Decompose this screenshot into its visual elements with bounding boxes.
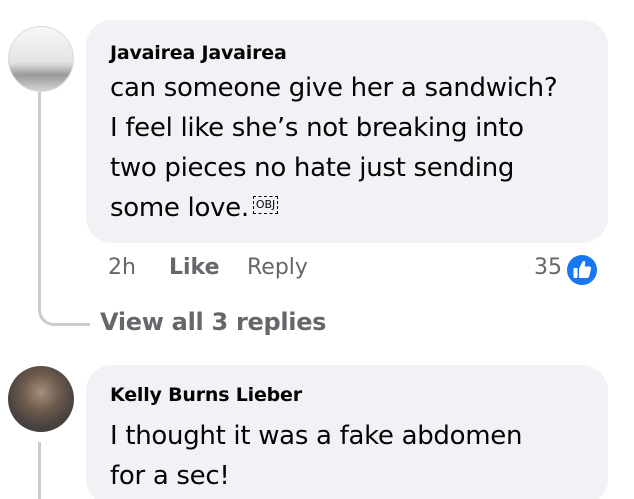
like-button[interactable]: Like (169, 255, 220, 280)
comment-text-line: two pieces no hate just sending (110, 153, 515, 183)
thread-connector-elbow (38, 296, 90, 326)
thread-connector-line (38, 84, 41, 312)
comment-text: I thought it was a fake abdomen for a se… (110, 416, 522, 496)
comment-author[interactable]: Javairea Javairea (110, 42, 287, 64)
comment-text-line: I thought it was a fake abdomen (110, 421, 523, 451)
view-replies-link[interactable]: View all 3 replies (100, 308, 326, 336)
comment-text: can someone give her a sandwich? I feel … (110, 68, 558, 228)
comment-text-fragment: some love. (110, 193, 249, 223)
inline-object-placeholder: OBJ (252, 195, 279, 214)
thread-connector-line (38, 442, 41, 499)
comment-text-line: some love. OBJ (110, 188, 557, 228)
comment-bubble: Javairea Javairea can someone give her a… (86, 20, 608, 243)
avatar[interactable] (8, 366, 74, 432)
comment-text-line: can someone give her a sandwich? (110, 73, 558, 103)
reaction-count[interactable]: 35 (534, 255, 562, 280)
comment-text-line: for a sec! (110, 461, 230, 491)
avatar[interactable] (8, 26, 74, 92)
comment-timestamp[interactable]: 2h (108, 255, 136, 280)
comment-text-line: I feel like she’s not breaking into (110, 113, 524, 143)
like-thumb-icon[interactable] (565, 253, 599, 287)
comments-thread: Javairea Javairea can someone give her a… (0, 0, 634, 499)
comment-author[interactable]: Kelly Burns Lieber (110, 384, 302, 406)
comment-bubble: Kelly Burns Lieber I thought it was a fa… (86, 365, 608, 499)
reply-button[interactable]: Reply (247, 255, 308, 280)
